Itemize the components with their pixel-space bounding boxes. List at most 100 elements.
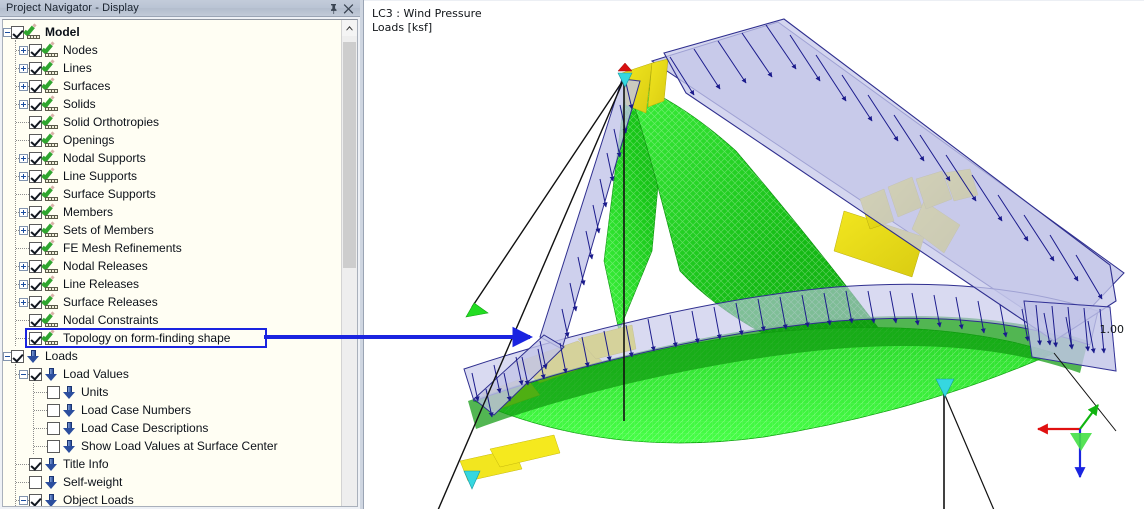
panel-title: Project Navigator - Display [6, 2, 139, 14]
tree-item[interactable]: Topology on form-finding shape [3, 328, 341, 348]
load-arrow-icon [25, 349, 42, 364]
tree-item[interactable]: Surface Supports [3, 184, 341, 203]
tree-item-checkbox[interactable] [47, 403, 60, 417]
tree-item[interactable]: Lines [3, 58, 341, 77]
tree-item-checkbox[interactable] [47, 385, 60, 399]
tree-item-label: Solids [63, 97, 96, 111]
load-arrow-icon [43, 367, 60, 382]
panel-titlebar: Project Navigator - Display [0, 0, 360, 17]
tree-item-label: Loads [45, 349, 78, 363]
3d-model-viewport[interactable]: LC3 : Wind Pressure Loads [ksf] 1.00 [364, 0, 1144, 509]
tree-indent [3, 59, 31, 77]
tree-item[interactable]: Object Loads [3, 491, 341, 506]
tree-guide-line [15, 401, 16, 419]
display-icon [41, 94, 60, 112]
tree-item[interactable]: Members [3, 202, 341, 221]
application-window: Project Navigator - Display Model Nodes Li… [0, 0, 1144, 509]
tree-item-label: Members [63, 205, 114, 219]
expand-button[interactable] [19, 100, 28, 109]
tree-item[interactable]: Model [3, 22, 341, 41]
tree-item-label: Load Case Descriptions [81, 421, 209, 435]
close-icon[interactable] [341, 1, 356, 16]
tree-item-checkbox[interactable] [29, 475, 42, 489]
expand-button[interactable] [19, 208, 28, 217]
pin-icon[interactable] [326, 1, 341, 16]
tree-item-checkbox[interactable] [47, 421, 60, 435]
tree-item-checkbox[interactable] [29, 367, 42, 381]
collapse-button[interactable] [19, 370, 28, 379]
display-icon [41, 202, 60, 220]
tree-indent [3, 113, 31, 131]
tree-item[interactable]: Solid Orthotropies [3, 112, 341, 131]
tree-item[interactable]: Line Supports [3, 166, 341, 185]
tree-item-label: Model [45, 25, 80, 39]
tree-item-checkbox[interactable] [11, 349, 24, 363]
display-icon [41, 238, 60, 256]
tree-indent [3, 455, 31, 473]
expand-button[interactable] [19, 154, 28, 163]
tree-item[interactable]: Line Releases [3, 274, 341, 293]
tree-item-label: Self-weight [63, 475, 123, 489]
display-icon [41, 166, 60, 184]
display-icon [41, 256, 60, 274]
load-arrow-icon [61, 403, 78, 418]
tree-item[interactable]: Nodes [3, 40, 341, 59]
display-tree[interactable]: Model Nodes Lines Surfaces Solids Solid Ortho… [3, 20, 341, 506]
tree-item[interactable]: Nodal Constraints [3, 310, 341, 329]
tree-item-label: Openings [63, 133, 115, 147]
load-arrow-icon [61, 385, 78, 400]
tree-item[interactable]: Nodal Supports [3, 148, 341, 167]
expand-button[interactable] [19, 262, 28, 271]
selection-highlight [25, 328, 267, 348]
tree-indent [3, 473, 31, 491]
tree-item[interactable]: Title Info [3, 455, 341, 473]
tree-indent [3, 383, 49, 401]
expand-button[interactable] [19, 226, 28, 235]
load-arrow-icon [61, 439, 78, 454]
tree-item[interactable]: Units [3, 383, 341, 401]
tree-item[interactable]: Surfaces [3, 76, 341, 95]
expand-button[interactable] [19, 82, 28, 91]
display-icon [41, 310, 60, 328]
tree-item[interactable]: Show Load Values at Surface Center [3, 437, 341, 455]
tree-guide-line [15, 491, 16, 506]
tree-indent [3, 311, 31, 329]
load-arrow-icon [43, 493, 60, 506]
expand-button[interactable] [19, 280, 28, 289]
tree-item[interactable]: Load Case Numbers [3, 401, 341, 419]
tree-item[interactable]: FE Mesh Refinements [3, 238, 341, 257]
tree-indent [3, 365, 31, 383]
tree-indent [3, 347, 16, 365]
tree-guide-line [15, 419, 16, 437]
tree-indent [3, 239, 31, 257]
tree-item-checkbox[interactable] [47, 439, 60, 453]
load-arrow-icon [61, 421, 78, 436]
tree-item-label: Object Loads [63, 493, 134, 506]
tree-item-label: Surface Supports [63, 187, 156, 201]
tree-item-label: Units [81, 385, 109, 399]
display-icon [41, 148, 60, 166]
tree-item-label: Load Case Numbers [81, 403, 192, 417]
display-icon [41, 220, 60, 238]
expand-button[interactable] [19, 64, 28, 73]
tree-indent [3, 41, 31, 59]
tree-item[interactable]: Loads [3, 347, 341, 365]
tree-item-checkbox[interactable] [29, 493, 42, 506]
tree-item[interactable]: Self-weight [3, 473, 341, 491]
tree-vertical-scrollbar[interactable] [341, 20, 357, 506]
tree-item-checkbox[interactable] [29, 457, 42, 471]
tree-item[interactable]: Openings [3, 130, 341, 149]
tree-item[interactable]: Sets of Members [3, 220, 341, 239]
expand-button[interactable] [19, 46, 28, 55]
tree-item[interactable]: Load Values [3, 365, 341, 383]
collapse-button[interactable] [19, 496, 28, 505]
tree-item[interactable]: Surface Releases [3, 292, 341, 311]
scroll-up-button[interactable] [342, 20, 357, 36]
expand-button[interactable] [19, 172, 28, 181]
scrollbar-thumb[interactable] [343, 42, 356, 268]
tree-indent [3, 401, 49, 419]
tree-item[interactable]: Nodal Releases [3, 256, 341, 275]
expand-button[interactable] [19, 298, 28, 307]
tree-item[interactable]: Load Case Descriptions [3, 419, 341, 437]
tree-item[interactable]: Solids [3, 94, 341, 113]
